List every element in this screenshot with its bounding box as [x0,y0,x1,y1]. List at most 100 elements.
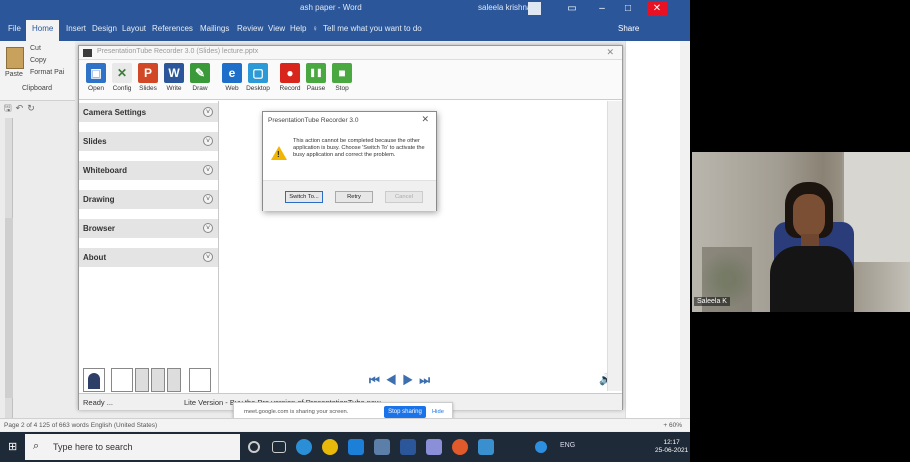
recorder-taskbar-icon[interactable] [478,439,494,455]
format-painter-button[interactable]: Format Pai [30,69,64,76]
slides-button[interactable]: P Slides [135,63,161,97]
quick-access-toolbar[interactable]: 🖫↶↻ [4,101,39,117]
recorder-side-panel: Camera Settings ˅ Slides ˅ Whiteboard ˅ … [79,101,219,401]
panel-item-label: Browser [83,224,116,233]
tab-insert[interactable]: Insert [66,24,86,33]
chevron-down-icon[interactable]: ˅ [203,223,213,233]
tab-home[interactable]: Home [26,20,60,41]
chevron-down-icon[interactable]: ˅ [203,107,213,117]
config-tools-icon: ✕ [112,63,132,83]
slide-navigation[interactable]: ⏮◀▶⏭ [369,373,436,388]
record-button[interactable]: ● Record [277,63,303,97]
recorder-vertical-scrollbar[interactable] [607,101,622,391]
panel-item-slides[interactable]: Slides ˅ [79,132,218,152]
stop-sharing-button[interactable]: Stop sharing [384,406,426,418]
meet-taskbar-icon[interactable] [374,439,390,455]
switch-to-button[interactable]: Switch To... [285,191,323,203]
panel-item-browser[interactable]: Browser ˅ [79,219,218,239]
layout-thumb-blank-2[interactable] [189,368,211,392]
close-icon[interactable]: ✕ [647,1,667,16]
open-button[interactable]: ▣ Open [83,63,109,97]
web-label: Web [225,85,239,92]
layout-thumb-film-1[interactable] [135,368,149,392]
cortana-icon[interactable] [248,441,260,453]
panel-item-whiteboard[interactable]: Whiteboard ˅ [79,161,218,181]
store-taskbar-icon[interactable] [348,439,364,455]
desktop-button[interactable]: ▢ Desktop [245,63,271,97]
dialog-message: This action cannot be completed because … [293,138,425,158]
tab-view[interactable]: View [268,24,285,33]
sharing-message: meet.google.com is sharing your screen. [244,409,349,415]
paste-icon[interactable] [6,47,24,69]
language-indicator[interactable]: ENG [560,442,575,449]
tell-me-search[interactable]: Tell me what you want to do [323,24,422,33]
task-view-icon[interactable] [272,441,286,453]
copy-button[interactable]: Copy [30,57,46,64]
tab-file[interactable]: File [8,24,21,33]
config-button[interactable]: ✕ Config [109,63,135,97]
web-button[interactable]: e Web [219,63,245,97]
chevron-down-icon[interactable]: ˅ [203,165,213,175]
ribbon-display-icon[interactable]: ▭ [562,1,582,16]
draw-button[interactable]: ✎ Draw [187,63,213,97]
firefox-taskbar-icon[interactable] [452,439,468,455]
busy-dialog: PresentationTube Recorder 3.0 ✕ ! This a… [262,111,437,211]
tab-mailings[interactable]: Mailings [200,24,229,33]
recorder-toolbar: ▣ Open ✕ Config P Slides W Write ✎ Draw … [79,60,622,100]
hide-button[interactable]: Hide [432,409,444,415]
dialog-close-icon[interactable]: ✕ [421,114,429,125]
maximize-icon[interactable]: □ [618,1,638,16]
layout-thumb-film-3[interactable] [167,368,181,392]
tab-review[interactable]: Review [237,24,263,33]
chrome-taskbar-icon[interactable] [322,439,338,455]
tab-references[interactable]: References [152,24,193,33]
network-icon[interactable] [535,441,547,453]
draw-label: Draw [192,85,208,92]
word-status-bar: Page 2 of 4 125 of 663 words English (Un… [0,418,690,431]
minimize-icon[interactable]: – [592,1,612,16]
tab-design[interactable]: Design [92,24,117,33]
word-vertical-scrollbar[interactable] [680,41,690,418]
edge-taskbar-icon[interactable] [296,439,312,455]
panel-item-camera-settings[interactable]: Camera Settings ˅ [79,103,218,123]
share-button[interactable]: Share [618,24,639,33]
write-button[interactable]: W Write [161,63,187,97]
cancel-button[interactable]: Cancel [385,191,423,203]
participant-name: Saleela K [694,297,730,306]
chevron-down-icon[interactable]: ˅ [203,252,213,262]
cut-button[interactable]: Cut [30,45,41,52]
layout-thumb-film-2[interactable] [151,368,165,392]
presenter-thumbnail[interactable] [83,368,105,392]
app-taskbar-icon[interactable] [426,439,442,455]
tab-layout[interactable]: Layout [122,24,146,33]
slides-label: Slides [139,85,157,92]
desktop-screen: ash paper - Word saleela krishnan ▭ – □ … [0,0,690,462]
chevron-down-icon[interactable]: ˅ [203,194,213,204]
user-avatar[interactable] [528,2,541,15]
word-status-text: Page 2 of 4 125 of 663 words English (Un… [4,422,158,429]
pause-button[interactable]: ❚❚ Pause [303,63,329,97]
open-icon: ▣ [86,63,106,83]
panel-item-drawing[interactable]: Drawing ˅ [79,190,218,210]
word-taskbar-icon[interactable] [400,439,416,455]
stop-button[interactable]: ■ Stop [329,63,355,97]
taskbar-search[interactable]: ⌕ Type here to search [25,434,240,460]
clock-date: 25-06-2021 [655,447,689,454]
taskbar-clock[interactable]: 12:17 25-06-2021 [655,439,688,455]
layout-thumb-blank[interactable] [111,368,133,392]
open-label: Open [88,85,104,92]
clipboard-group-label: Clipboard [22,85,52,92]
record-icon: ● [280,63,300,83]
tab-help[interactable]: Help [290,24,306,33]
layout-thumbnails [81,368,219,394]
retry-button[interactable]: Retry [335,191,373,203]
chevron-down-icon[interactable]: ˅ [203,136,213,146]
recorder-title: PresentationTube Recorder 3.0 (Slides) l… [97,48,259,55]
paste-label[interactable]: Paste [5,71,23,78]
zoom-level[interactable]: + 60% [663,422,682,429]
word-document-area [625,41,690,418]
panel-item-about[interactable]: About ˅ [79,248,218,268]
windows-start-icon[interactable]: ⊞ [8,441,20,453]
recorder-close-icon[interactable]: ✕ [606,47,614,58]
warning-mark: ! [277,150,280,159]
